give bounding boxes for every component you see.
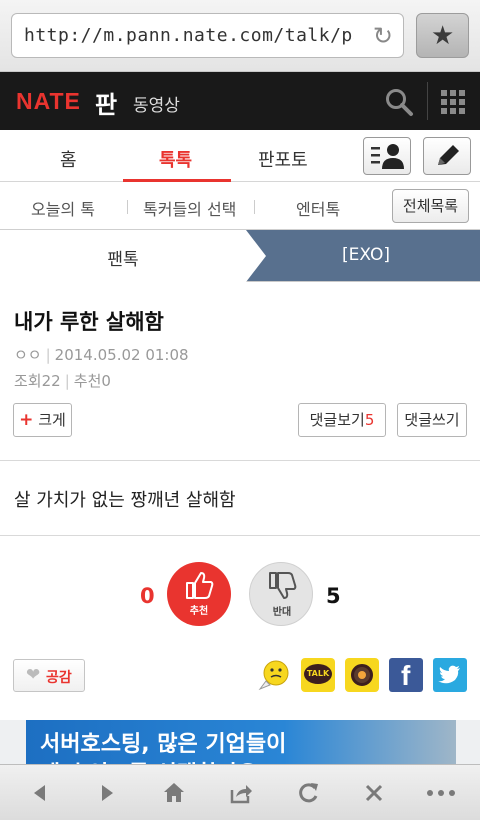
url-field[interactable]: http://m.pann.nate.com/talk/pann/3 ↻	[11, 13, 404, 58]
downvote-button[interactable]: 반대	[249, 562, 313, 626]
recommend-label: 추천	[73, 372, 102, 390]
search-icon[interactable]	[384, 87, 414, 117]
pann-logo[interactable]: 판	[95, 85, 117, 120]
site-header: NATE 판 동영상	[0, 72, 480, 130]
subtab-divider	[127, 200, 128, 214]
back-arrow-icon[interactable]	[26, 779, 54, 807]
facebook-icon[interactable]: f	[389, 658, 423, 692]
kakaostory-dot	[358, 671, 366, 679]
post-title: 내가 루한 살해함	[14, 310, 164, 334]
subtab-today[interactable]: 오늘의 톡	[31, 196, 95, 220]
pencil-icon	[438, 145, 459, 165]
breadcrumb-arrow-icon	[246, 230, 266, 282]
sub-tabs: 오늘의 톡 톡커들의 선택 엔터톡 전체목록	[0, 182, 480, 230]
user-list-icon	[371, 144, 404, 169]
refresh-icon[interactable]: ↻	[373, 22, 393, 50]
downvote-count: 5	[326, 584, 341, 608]
tab-home[interactable]: 홈	[60, 146, 77, 172]
breadcrumb: 팬톡 [EXO]	[0, 230, 480, 282]
write-comment-button[interactable]: 댓글쓰기	[397, 403, 467, 437]
tab-toktok[interactable]: 톡톡	[159, 146, 192, 172]
upvote-count: 0	[140, 584, 155, 608]
header-divider	[427, 82, 428, 120]
views-label: 조회	[14, 372, 42, 390]
url-text[interactable]: http://m.pann.nate.com/talk/pann/3	[24, 25, 354, 46]
downvote-label: 반대	[272, 607, 292, 618]
view-comments-button[interactable]: 댓글보기5	[298, 403, 386, 437]
subtab-entertalk[interactable]: 엔터톡	[296, 196, 340, 220]
more-icon[interactable]	[425, 779, 457, 807]
kakaotalk-label: TALK	[304, 664, 332, 684]
emoticon-icon[interactable]	[257, 658, 291, 692]
home-icon[interactable]	[160, 779, 188, 807]
meta-divider: |	[64, 372, 70, 390]
twitter-icon[interactable]	[433, 658, 467, 692]
close-icon[interactable]	[360, 779, 388, 807]
write-post-button[interactable]	[423, 137, 471, 175]
browser-bottom-toolbar	[0, 764, 480, 820]
refresh-icon[interactable]	[294, 779, 322, 807]
main-tabs: 홈 톡톡 판포토	[0, 130, 480, 182]
kakaotalk-icon[interactable]: TALK	[301, 658, 335, 692]
view-comments-label: 댓글보기	[309, 411, 365, 429]
upvote-label: 추천	[189, 606, 209, 617]
post-author[interactable]: ㅇㅇ	[14, 346, 42, 364]
post-date: 2014.05.02 01:08	[54, 346, 189, 364]
meta-divider: |	[45, 346, 51, 364]
nate-logo[interactable]: NATE	[16, 88, 81, 115]
plus-icon: +	[19, 410, 34, 430]
video-link[interactable]: 동영상	[133, 91, 180, 116]
subtab-talkers-choice[interactable]: 톡커들의 선택	[143, 196, 236, 220]
views-count: 22	[41, 372, 61, 390]
breadcrumb-board[interactable]: [EXO]	[266, 245, 466, 265]
my-page-button[interactable]	[363, 137, 411, 175]
star-icon: ★	[431, 21, 455, 51]
ad-banner-image: 서버호스팅, 많은 기업들이 왜 호이드를 선택할까요?	[26, 720, 456, 768]
empathy-button[interactable]: ❤ 공감	[13, 659, 85, 692]
post-author-date: ㅇㅇ | 2014.05.02 01:08	[14, 344, 189, 365]
heart-icon: ❤	[26, 665, 41, 685]
breadcrumb-category[interactable]: 팬톡	[0, 230, 246, 282]
all-list-button[interactable]: 전체목록	[392, 189, 469, 223]
thumbs-up-icon	[186, 572, 214, 599]
apps-grid-icon[interactable]	[441, 90, 465, 114]
ad-banner[interactable]: 서버호스팅, 많은 기업들이 왜 호이드를 선택할까요?	[0, 720, 480, 768]
post-stats: 조회22 | 추천0	[14, 370, 111, 391]
breadcrumb-category-label: 팬톡	[107, 250, 139, 270]
bookmark-button[interactable]: ★	[416, 13, 469, 58]
kakaostory-icon[interactable]	[345, 658, 379, 692]
post-body: 살 가치가 없는 짱깨년 살해함	[14, 490, 236, 511]
comment-count: 5	[364, 411, 375, 429]
forward-arrow-icon[interactable]	[93, 779, 121, 807]
browser-url-bar: http://m.pann.nate.com/talk/pann/3 ↻ ★	[0, 0, 480, 72]
divider	[0, 460, 480, 461]
thumbs-down-icon	[269, 572, 297, 599]
recommend-count: 0	[101, 372, 111, 390]
tab-pannphoto[interactable]: 판포토	[258, 146, 308, 172]
subtab-divider	[254, 200, 255, 214]
facebook-letter: f	[401, 660, 411, 691]
divider	[0, 535, 480, 536]
enlarge-text-button[interactable]: + 크게	[13, 403, 72, 437]
ad-line-1: 서버호스팅, 많은 기업들이	[40, 732, 287, 757]
upvote-button[interactable]: 추천	[167, 562, 231, 626]
enlarge-label: 크게	[38, 411, 66, 429]
share-icon[interactable]	[227, 779, 255, 807]
empathy-label: 공감	[46, 670, 72, 686]
